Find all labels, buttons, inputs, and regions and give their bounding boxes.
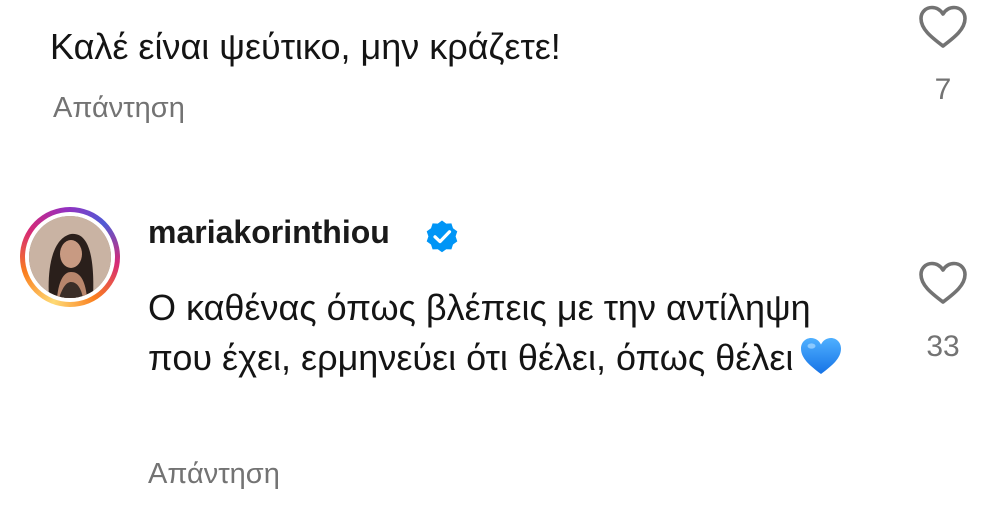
like-count: 7 bbox=[934, 73, 952, 106]
comment-text: Ο καθένας όπως βλέπεις με την αντίληψη π… bbox=[148, 283, 868, 383]
avatar[interactable] bbox=[20, 207, 120, 307]
comment-text: Καλέ είναι ψεύτικο, μην κράζετε! bbox=[50, 26, 561, 67]
heart-outline-icon[interactable] bbox=[917, 260, 969, 306]
avatar-photo bbox=[29, 216, 111, 298]
reply-button[interactable]: Απάντηση bbox=[148, 458, 280, 491]
verified-badge-icon bbox=[424, 219, 460, 255]
reply-button[interactable]: Απάντηση bbox=[53, 92, 185, 125]
like-count: 33 bbox=[926, 330, 960, 363]
avatar-border bbox=[25, 212, 115, 302]
heart-outline-icon[interactable] bbox=[917, 4, 969, 50]
username[interactable]: mariakorinthiou bbox=[148, 214, 390, 251]
comment-text-content: Ο καθένας όπως βλέπεις με την αντίληψη π… bbox=[148, 287, 811, 378]
blue-heart-emoji bbox=[799, 336, 843, 376]
